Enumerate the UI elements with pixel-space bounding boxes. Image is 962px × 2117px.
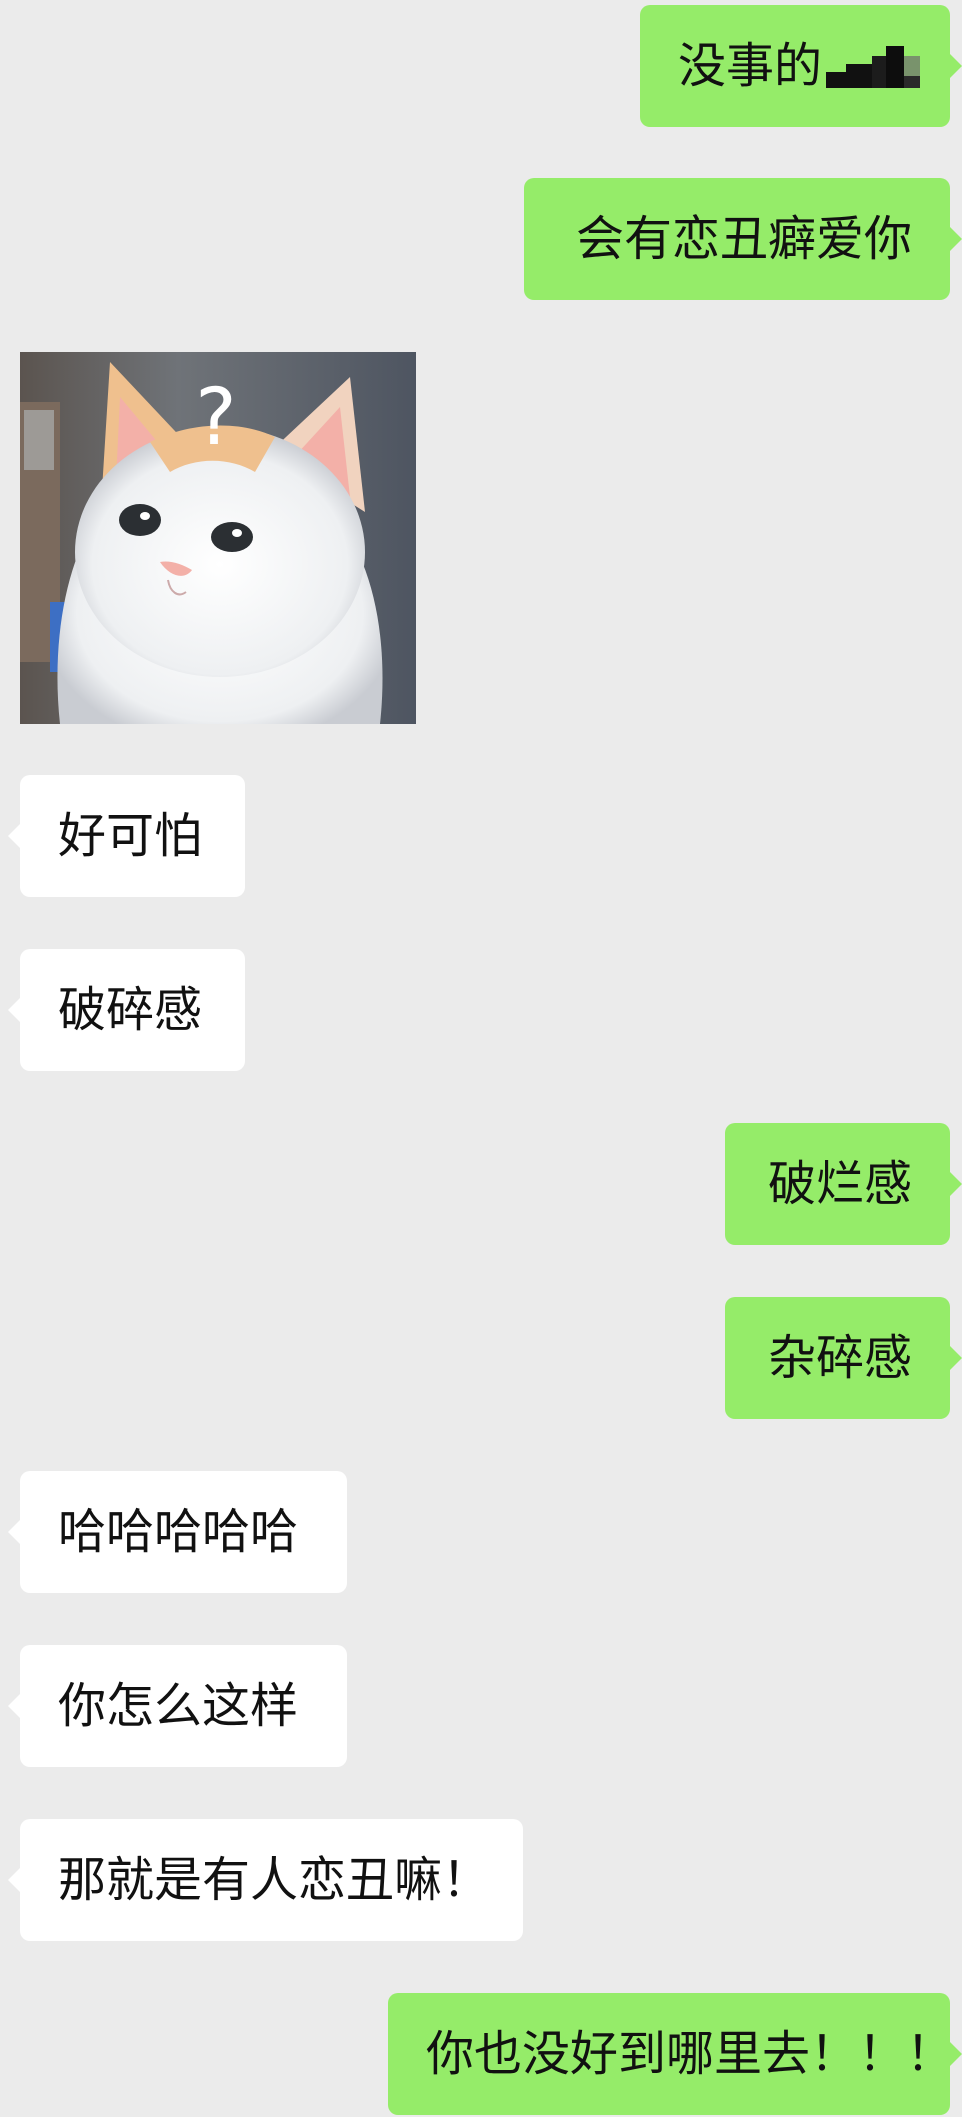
message-text: 你怎么这样 bbox=[58, 1678, 299, 1734]
outgoing-message[interactable]: 没事的 bbox=[640, 5, 962, 127]
incoming-message[interactable]: 哈哈哈哈哈 bbox=[8, 1471, 347, 1593]
outgoing-message[interactable]: 杂碎感 bbox=[725, 1297, 962, 1419]
message-text: 你也没好到哪里去！！！ bbox=[426, 2026, 955, 2082]
question-mark-icon: ? bbox=[195, 373, 236, 463]
incoming-message[interactable]: 破碎感 bbox=[8, 949, 245, 1071]
outgoing-message[interactable]: 你也没好到哪里去！！！ bbox=[388, 1993, 962, 2115]
message-text: 哈哈哈哈哈 bbox=[58, 1504, 299, 1560]
message-text: 没事的 bbox=[678, 38, 823, 94]
cat-image: ? bbox=[20, 352, 416, 724]
incoming-message[interactable]: 你怎么这样 bbox=[8, 1645, 347, 1767]
outgoing-message[interactable]: 破烂感 bbox=[725, 1123, 962, 1245]
message-text: 那就是有人恋丑嘛！ bbox=[58, 1852, 491, 1908]
incoming-message[interactable]: 好可怕 bbox=[8, 775, 245, 897]
confused-cat-sticker[interactable]: ? bbox=[20, 352, 416, 724]
message-text: 好可怕 bbox=[58, 808, 203, 864]
incoming-message[interactable]: 那就是有人恋丑嘛！ bbox=[8, 1819, 523, 1941]
message-text: 杂碎感 bbox=[767, 1330, 912, 1386]
message-text: 会有恋丑癖爱你 bbox=[575, 211, 912, 267]
message-text: 破烂感 bbox=[767, 1156, 912, 1212]
outgoing-message[interactable]: 会有恋丑癖爱你 bbox=[524, 178, 962, 300]
redacted-mosaic-icon bbox=[826, 46, 921, 88]
message-text: 破碎感 bbox=[58, 982, 203, 1038]
